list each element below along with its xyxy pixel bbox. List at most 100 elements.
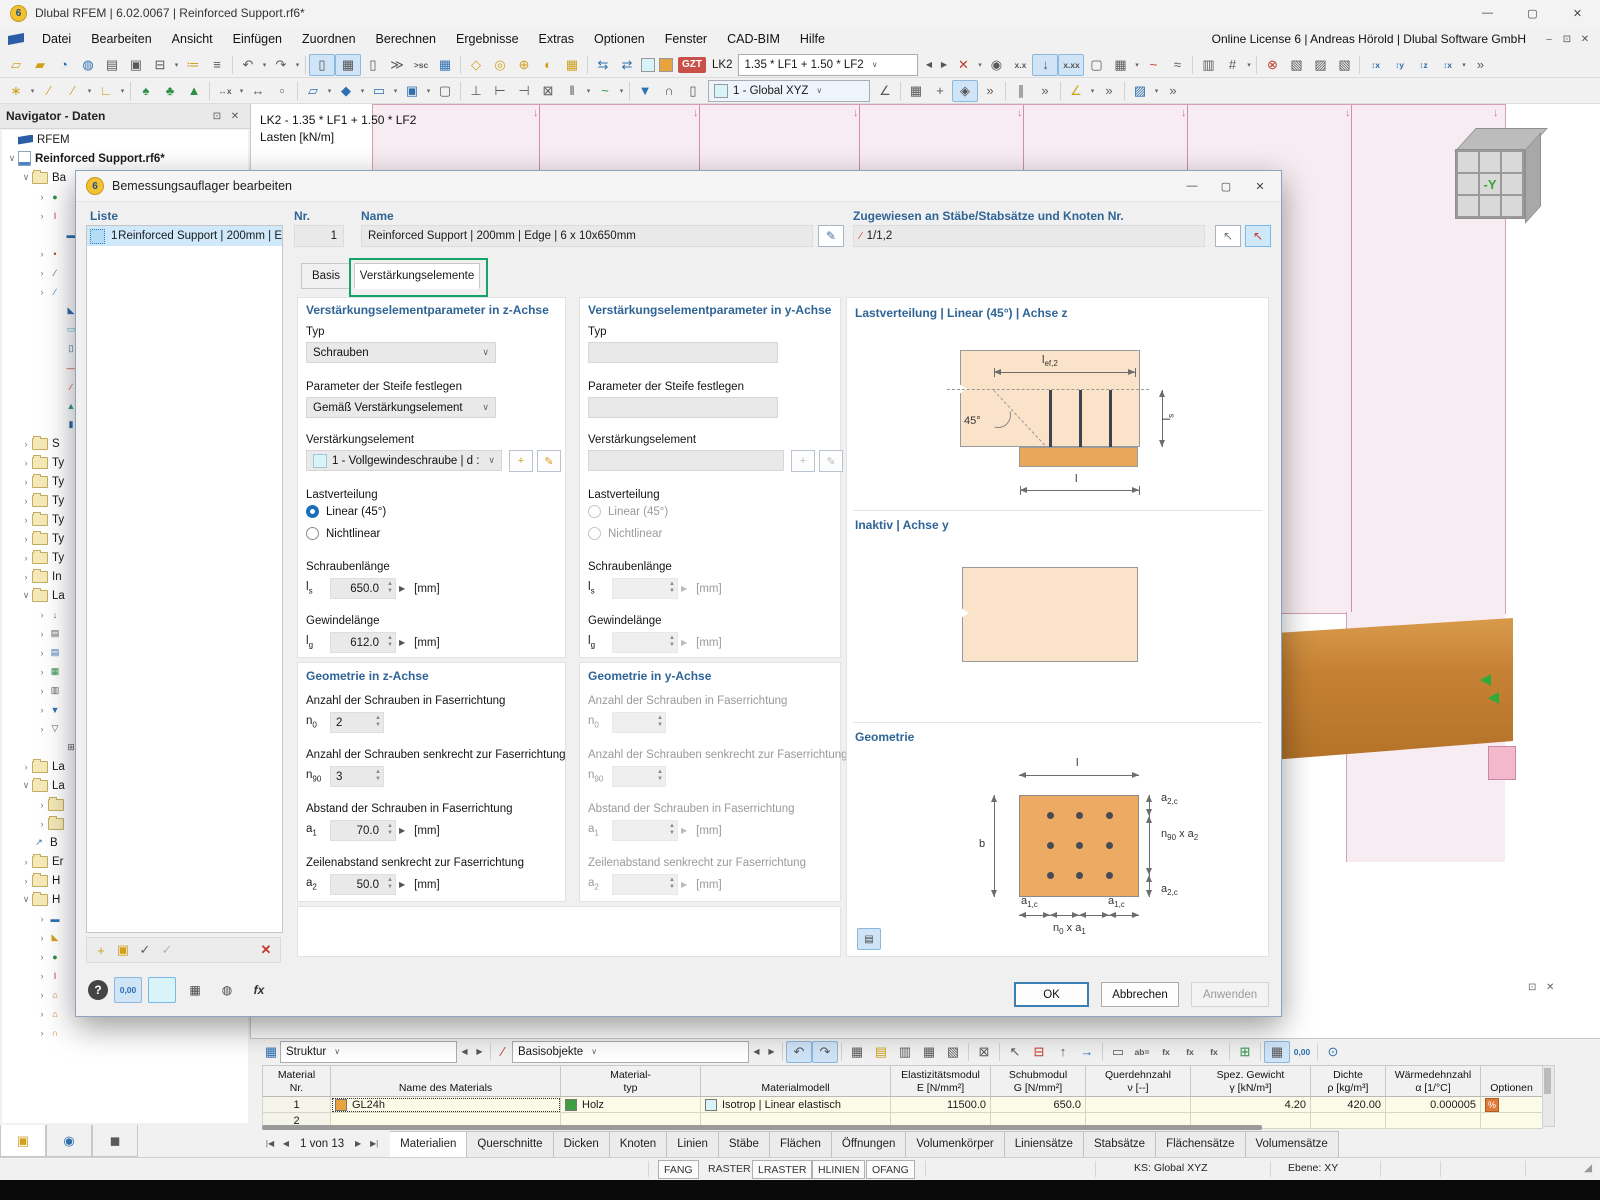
tree-chevron-icon[interactable]: › xyxy=(36,1009,48,1019)
ghost-solid-icon[interactable]: ▢ xyxy=(433,80,457,102)
list-item-selected[interactable]: 1 Reinforced Support | 200mm | E xyxy=(87,226,282,246)
prev-table-group-button[interactable]: ◀ xyxy=(457,1042,472,1062)
undo-icon[interactable]: ↶ xyxy=(236,54,260,76)
table-view5-icon[interactable]: ▧ xyxy=(941,1041,965,1063)
axis-z-icon[interactable]: ↕z xyxy=(1411,54,1435,76)
tree-chevron-icon[interactable]: › xyxy=(36,1028,48,1038)
column-header[interactable]: MaterialNr. xyxy=(263,1066,331,1096)
prev-page-icon[interactable]: ◀ xyxy=(278,1139,294,1148)
cell-material-nr[interactable]: 1 xyxy=(263,1097,331,1113)
tree-chevron-icon[interactable]: › xyxy=(36,648,48,658)
line-menu-icon[interactable]: ▾ xyxy=(85,87,94,95)
solid-menu-icon[interactable]: ▾ xyxy=(424,87,433,95)
tree-chevron-icon[interactable]: › xyxy=(36,211,48,221)
fx3-icon[interactable]: fx xyxy=(1202,1041,1226,1063)
expand-icon[interactable]: ▶ xyxy=(399,880,405,889)
list-copy-icon[interactable]: ▣ xyxy=(112,939,134,961)
separator[interactable] xyxy=(460,56,461,74)
calculation-icon[interactable]: ▥ xyxy=(1196,54,1220,76)
separator[interactable] xyxy=(1256,56,1257,74)
resize-grip-icon[interactable]: ◢ xyxy=(1584,1162,1592,1174)
tree-chevron-icon[interactable]: › xyxy=(20,458,32,468)
script-console-icon[interactable]: >sc xyxy=(409,54,433,76)
new-member-icon[interactable]: ♠ xyxy=(134,80,158,102)
tree-chevron-icon[interactable]: › xyxy=(20,534,32,544)
separator[interactable] xyxy=(232,56,233,74)
table-view2-icon[interactable]: ▤ xyxy=(869,1041,893,1063)
overflow4-icon[interactable]: » xyxy=(1097,80,1121,102)
rename-icon[interactable]: ab= xyxy=(1130,1041,1154,1063)
window-icon[interactable]: ▭ xyxy=(1106,1041,1130,1063)
new-node-icon[interactable]: ∗ xyxy=(4,80,28,102)
undo-menu-icon[interactable]: ▾ xyxy=(260,61,269,69)
result-menu-icon[interactable]: ▾ xyxy=(1132,61,1141,69)
edit-element-button[interactable]: ✎ xyxy=(537,450,561,472)
separator[interactable] xyxy=(999,1043,1000,1061)
menu-item[interactable]: Einfügen xyxy=(223,32,292,46)
tree-chevron-icon[interactable]: ∨ xyxy=(20,780,32,791)
coordinate-system-combobox[interactable]: 1 - Global XYZ∨ xyxy=(708,80,870,102)
new-support-icon[interactable]: ⊥ xyxy=(464,80,488,102)
separator[interactable] xyxy=(130,82,131,100)
cube-front-face[interactable]: -Y xyxy=(1455,149,1525,219)
list-new-icon[interactable]: + xyxy=(90,939,112,961)
dimension-xx-icon[interactable]: ↔ xyxy=(246,80,270,102)
release-menu-icon[interactable]: ▾ xyxy=(584,87,593,95)
spinner-icon[interactable]: ▲▼ xyxy=(387,635,393,649)
cell-material-modell[interactable]: Isotrop | Linear elastisch xyxy=(701,1097,891,1113)
new-surface-support-icon[interactable]: ⊠ xyxy=(536,80,560,102)
new-model-icon[interactable]: ▱ xyxy=(4,54,28,76)
next-table-group-button[interactable]: ▶ xyxy=(472,1042,487,1062)
navigator-data-tab[interactable]: ▣ xyxy=(0,1125,46,1157)
result-table-icon[interactable]: ▦ xyxy=(1108,54,1132,76)
clipping-plane-icon[interactable]: ∩ xyxy=(657,80,681,102)
table-tab[interactable]: Öffnungen xyxy=(832,1131,907,1158)
cell-dichte[interactable]: 420.00 xyxy=(1311,1097,1386,1113)
tree-chevron-icon[interactable]: › xyxy=(36,800,48,810)
thread-length-input[interactable]: 612.0 ▲▼ xyxy=(330,632,396,653)
layout-frame-icon[interactable]: ▫ xyxy=(270,80,294,102)
menu-item[interactable]: Bearbeiten xyxy=(81,32,161,46)
separator[interactable] xyxy=(1005,82,1006,100)
new-hinge-icon[interactable]: ⊢ xyxy=(488,80,512,102)
previous-loadcase-button[interactable]: ◀ xyxy=(921,55,936,75)
spinner-icon[interactable]: ▲▼ xyxy=(387,581,393,595)
tree-chevron-icon[interactable]: › xyxy=(36,192,48,202)
prev-table-button[interactable]: ◀ xyxy=(749,1042,764,1062)
display-menu-icon[interactable]: ▾ xyxy=(1152,87,1161,95)
tree-chevron-icon[interactable]: › xyxy=(36,952,48,962)
list-check-all-icon[interactable]: ✓ xyxy=(134,939,156,961)
tree-chevron-icon[interactable]: › xyxy=(20,496,32,506)
menu-item[interactable]: Ansicht xyxy=(162,32,223,46)
new-line-icon[interactable]: ∕ xyxy=(37,80,61,102)
model-link2-icon[interactable]: ⇄ xyxy=(615,54,639,76)
new-element-button[interactable]: + xyxy=(509,450,533,472)
calc-menu-icon[interactable]: ▾ xyxy=(1244,61,1253,69)
console-toggle-icon[interactable]: ≫ xyxy=(385,54,409,76)
table-redo-icon[interactable]: ↷ xyxy=(812,1041,838,1063)
table-tab[interactable]: Knoten xyxy=(610,1131,667,1158)
grid-icon[interactable]: ▦ xyxy=(904,80,928,102)
zoom-in-icon[interactable]: ⊕ xyxy=(512,54,536,76)
pan-view-icon[interactable]: ◐ xyxy=(536,54,560,76)
tables-toggle-icon[interactable]: ▦ xyxy=(335,54,361,76)
vertical-scrollbar[interactable] xyxy=(1542,1065,1555,1127)
expand-icon[interactable]: ▶ xyxy=(399,826,405,835)
table-tab[interactable]: Liniensätze xyxy=(1005,1131,1084,1158)
table-tab[interactable]: Volumenkörper xyxy=(906,1131,1004,1158)
menu-item[interactable]: CAD-BIM xyxy=(717,32,790,46)
open-model-icon[interactable]: ▰ xyxy=(28,54,52,76)
table-search-icon[interactable]: ⊙ xyxy=(1321,1041,1345,1063)
measure-menu-icon[interactable]: ▾ xyxy=(1088,87,1097,95)
cell-g-modul[interactable]: 650.0 xyxy=(991,1097,1086,1113)
row-up-icon[interactable]: ↑ xyxy=(1051,1041,1075,1063)
table-tab[interactable]: Querschnitte xyxy=(467,1131,553,1158)
first-page-icon[interactable]: |◀ xyxy=(262,1139,278,1148)
radio-nichtlinear[interactable]: Nichtlinear xyxy=(306,527,380,540)
cube-side-face[interactable] xyxy=(1525,132,1541,224)
table-tab[interactable]: Flächen xyxy=(770,1131,832,1158)
cell-querdehnzahl[interactable] xyxy=(1086,1097,1191,1113)
reinforcement-dropdown[interactable]: 1 - Vollgewindeschraube | d : 1... ∨ xyxy=(306,450,502,471)
row-delete-icon[interactable]: ⊟ xyxy=(1027,1041,1051,1063)
panels-toggle-icon[interactable]: ▯ xyxy=(361,54,385,76)
